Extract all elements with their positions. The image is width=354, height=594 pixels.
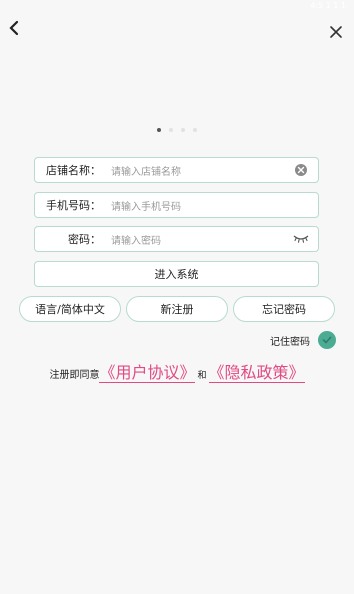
eye-closed-icon — [293, 235, 309, 243]
agreement-prefix: 注册即同意 — [49, 370, 100, 381]
back-button[interactable] — [4, 16, 24, 40]
carousel-dot[interactable] — [181, 128, 185, 132]
language-button[interactable]: 语言/简体中文 — [19, 296, 121, 322]
password-label: 密码： — [68, 233, 101, 246]
toggle-visibility-button[interactable] — [292, 230, 310, 248]
check-icon — [322, 336, 332, 344]
carousel-indicator — [0, 128, 354, 132]
status-right: 4:5 1 1 1 — [310, 1, 346, 10]
shop-name-field[interactable]: 店铺名称： 请输入店铺名称 — [34, 157, 319, 183]
carousel-dot[interactable] — [193, 128, 197, 132]
clear-button[interactable] — [292, 161, 310, 179]
close-icon — [330, 26, 342, 38]
agreement-and: 和 — [197, 371, 207, 381]
agreement-line: 注册即同意 《用户协议》 和 《隐私政策》 — [0, 364, 354, 383]
remember-password-label: 记住密码 — [270, 336, 310, 348]
phone-input[interactable]: 请输入手机号码 — [111, 198, 318, 213]
enter-system-button[interactable]: 进入系统 — [34, 261, 319, 287]
carousel-dot[interactable] — [157, 128, 161, 132]
remember-password[interactable]: 记住密码 — [270, 331, 336, 349]
user-agreement-link[interactable]: 《用户协议》 — [99, 364, 196, 383]
chevron-left-icon — [9, 20, 19, 36]
shop-name-input[interactable]: 请输入店铺名称 — [111, 163, 292, 178]
password-field[interactable]: 密码： 请输入密码 — [34, 226, 319, 252]
carousel-dot[interactable] — [169, 128, 173, 132]
status-bar: 4:5 1 1 1 — [0, 0, 354, 14]
clear-icon — [295, 164, 307, 176]
password-input[interactable]: 请输入密码 — [111, 232, 292, 247]
phone-field[interactable]: 手机号码： 请输入手机号码 — [34, 192, 319, 218]
phone-label: 手机号码： — [46, 199, 101, 212]
close-button[interactable] — [326, 22, 346, 42]
forgot-password-button[interactable]: 忘记密码 — [233, 296, 335, 322]
privacy-policy-link[interactable]: 《隐私政策》 — [208, 364, 305, 383]
shop-name-label: 店铺名称： — [46, 164, 101, 177]
register-button[interactable]: 新注册 — [126, 296, 228, 322]
remember-password-toggle[interactable] — [318, 331, 336, 349]
